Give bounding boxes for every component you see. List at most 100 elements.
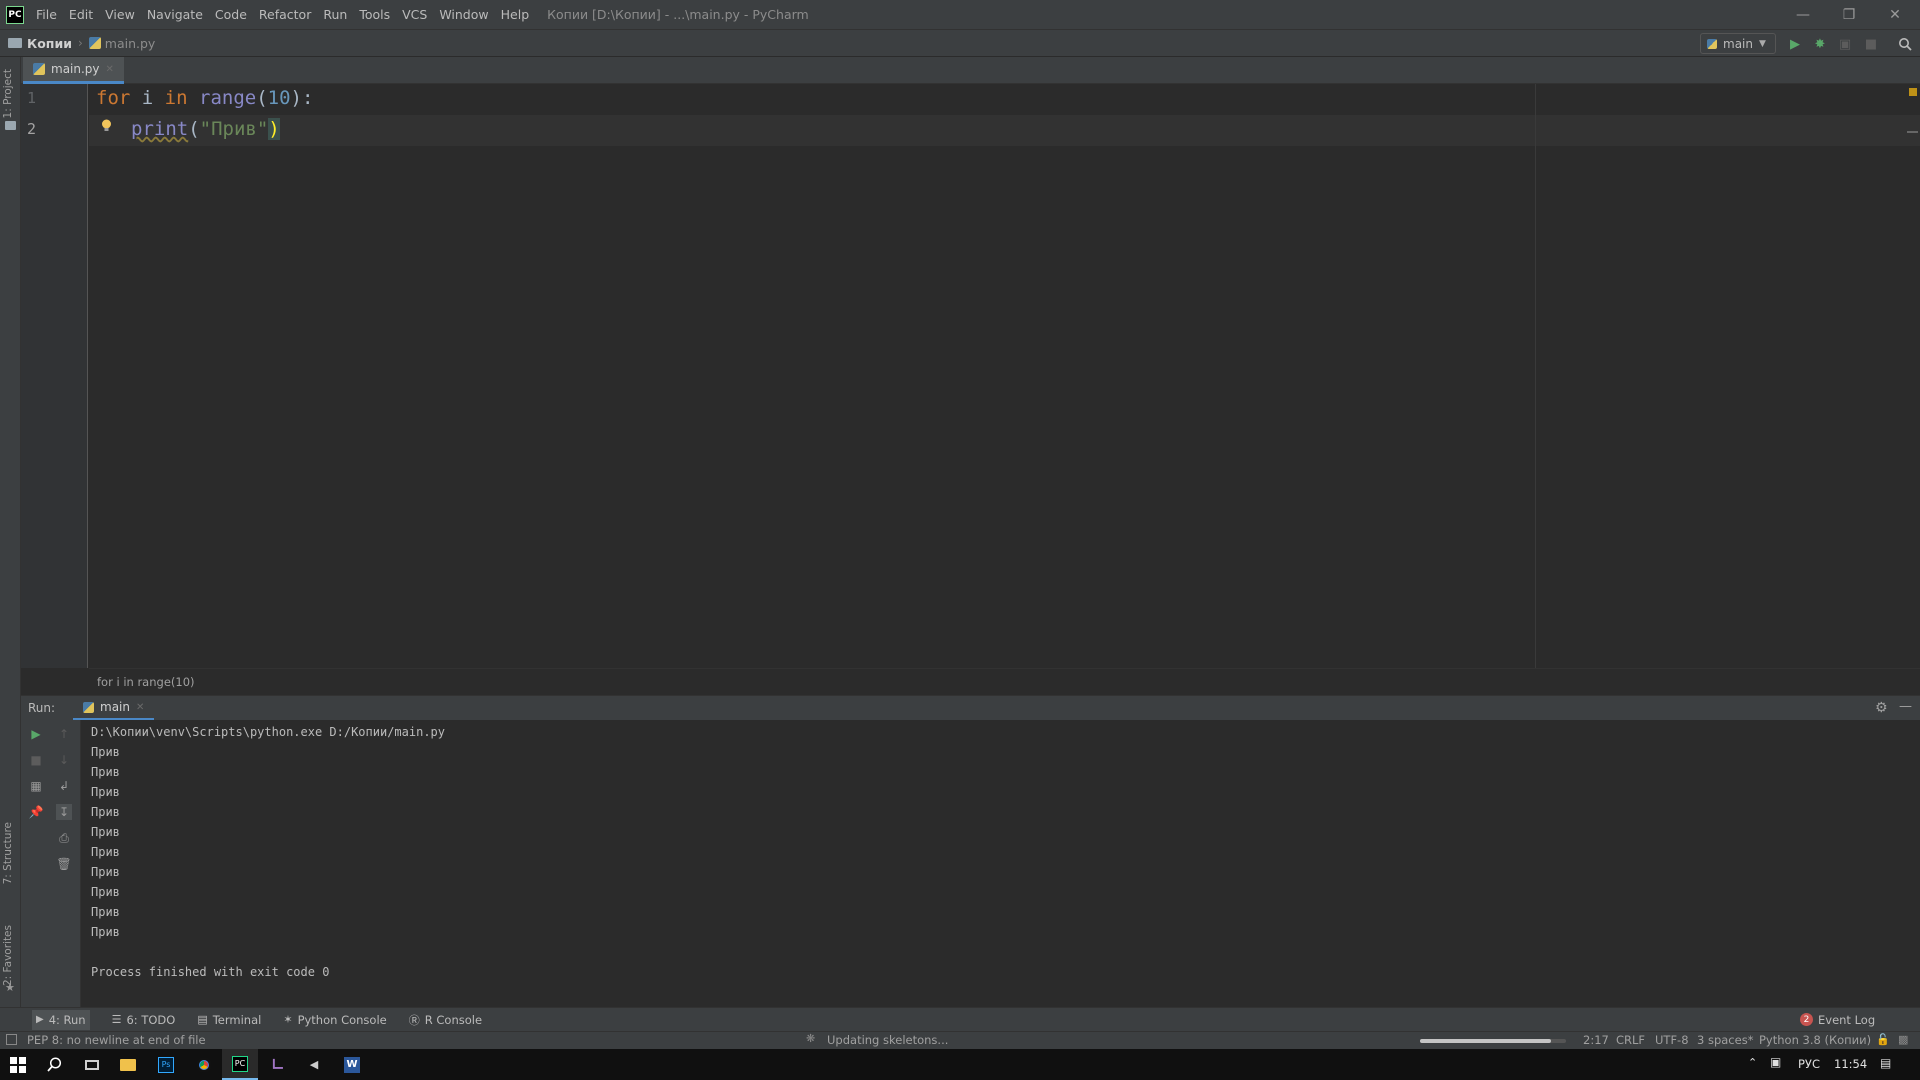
file-encoding[interactable]: UTF-8	[1655, 1033, 1689, 1047]
structure-tool-tab[interactable]: 7: Structure	[2, 822, 14, 884]
tool-tab-run-label: 4: Run	[48, 1012, 86, 1027]
tool-tab-terminal-label: Terminal	[212, 1012, 262, 1027]
tab-main-py[interactable]: main.py ✕	[23, 57, 124, 84]
python-interpreter[interactable]: Python 3.8 (Копии)	[1759, 1033, 1871, 1047]
task-view-icon[interactable]	[74, 1049, 110, 1080]
scroll-to-end-icon[interactable]: ↧	[56, 804, 72, 820]
restore-layout-icon[interactable]: ▦	[28, 778, 44, 794]
status-message[interactable]: PEP 8: no newline at end of file	[27, 1033, 206, 1047]
photoshop-icon[interactable]: Ps	[148, 1049, 184, 1080]
windows-start-icon[interactable]	[0, 1049, 36, 1080]
soft-wrap-icon[interactable]: ↲	[56, 778, 72, 794]
list-icon: ☰	[111, 1013, 122, 1026]
input-language[interactable]: РУС	[1798, 1057, 1820, 1071]
menu-code[interactable]: Code	[215, 7, 247, 22]
clock[interactable]: 11:54	[1834, 1057, 1867, 1071]
restore-button[interactable]: ❐	[1826, 0, 1872, 29]
tab-label: main.py	[51, 62, 100, 76]
terminal-icon: ▤	[197, 1013, 208, 1026]
tool-tab-run[interactable]: ▶ 4: Run	[32, 1009, 90, 1030]
rerun-icon[interactable]: ▶	[28, 726, 44, 742]
file-explorer-icon[interactable]	[110, 1049, 146, 1080]
close-icon[interactable]: ✕	[136, 702, 144, 713]
background-task[interactable]: Updating skeletons...	[827, 1033, 948, 1047]
project-tool-tab[interactable]: 1: Project	[2, 69, 14, 118]
folder-icon	[5, 121, 16, 130]
breadcrumb-project[interactable]: Копии	[8, 36, 72, 51]
line-separator[interactable]: CRLF	[1616, 1033, 1645, 1047]
menu-run[interactable]: Run	[323, 7, 347, 22]
python-run-icon	[83, 701, 94, 713]
indent-setting[interactable]: 3 spaces*	[1697, 1033, 1753, 1047]
visual-studio-icon[interactable]: ∟	[260, 1049, 296, 1080]
menu-help[interactable]: Help	[501, 7, 530, 22]
debug-icon[interactable]: ✸	[1811, 35, 1829, 53]
tool-tab-python-console[interactable]: ✶ Python Console	[283, 1013, 386, 1027]
tool-tab-terminal[interactable]: ▤ Terminal	[197, 1013, 261, 1027]
app-icon[interactable]: ◀	[296, 1049, 332, 1080]
word-icon[interactable]: W	[334, 1049, 370, 1080]
pin-icon[interactable]: 📌	[28, 804, 44, 820]
close-icon[interactable]: ✕	[106, 64, 114, 75]
menu-view[interactable]: View	[105, 7, 135, 22]
memory-icon[interactable]: ▩	[1898, 1033, 1908, 1046]
event-log-badge: 2	[1800, 1013, 1813, 1026]
network-icon[interactable]: ▣	[1770, 1055, 1781, 1069]
status-bar: PEP 8: no newline at end of file ❋ Updat…	[0, 1031, 1920, 1049]
python-file-icon	[88, 37, 101, 49]
tool-tab-todo[interactable]: ☰ 6: TODO	[112, 1013, 176, 1027]
run-console-output[interactable]: D:\Копии\venv\Scripts\python.exe D:/Копи…	[81, 720, 1920, 1007]
menu-vcs[interactable]: VCS	[402, 7, 427, 22]
warning-stripe[interactable]	[1907, 131, 1918, 133]
warning-marker[interactable]	[1909, 88, 1917, 96]
run-icon[interactable]: ▶	[1786, 35, 1804, 53]
progress-fill	[1420, 1039, 1552, 1043]
menu-refactor[interactable]: Refactor	[259, 7, 311, 22]
trash-icon[interactable]: 🗑	[56, 856, 72, 872]
gear-icon[interactable]: ⚙	[1875, 700, 1888, 716]
menu-navigate[interactable]: Navigate	[147, 7, 203, 22]
lightbulb-icon[interactable]	[101, 119, 112, 133]
editor-breadcrumb[interactable]: for i in range(10)	[89, 668, 1920, 695]
hide-panel-icon[interactable]: —	[1899, 699, 1912, 714]
arrow-up-icon[interactable]: ↑	[56, 726, 72, 742]
console-line: D:\Копии\venv\Scripts\python.exe D:/Копи…	[91, 725, 446, 739]
editor-breadcrumb-label: for i in range(10)	[97, 675, 195, 689]
menu-tools[interactable]: Tools	[359, 7, 390, 22]
folder-icon	[8, 38, 22, 48]
menu-edit[interactable]: Edit	[69, 7, 93, 22]
chevron-up-icon[interactable]: ⌃	[1748, 1056, 1757, 1069]
close-window-button[interactable]: ✕	[1872, 0, 1918, 29]
tool-tab-python-console-label: Python Console	[297, 1012, 387, 1027]
arrow-down-icon[interactable]: ↓	[56, 752, 72, 768]
tool-tab-r-console[interactable]: Ⓡ R Console	[409, 1012, 482, 1028]
code-line-2: print("Прив")	[131, 118, 280, 140]
menu-file[interactable]: File	[36, 7, 57, 22]
stop-icon[interactable]: ■	[1862, 35, 1880, 53]
run-tab-label: main	[100, 700, 130, 714]
pycharm-taskbar-icon[interactable]: PC	[222, 1049, 258, 1080]
notifications-icon[interactable]: ▤	[1880, 1056, 1891, 1070]
print-icon[interactable]: ⎙	[56, 830, 72, 846]
caret-position[interactable]: 2:17	[1583, 1033, 1609, 1047]
event-log-tab[interactable]: 2 Event Log	[1800, 1013, 1875, 1027]
search-icon[interactable]	[36, 1049, 72, 1080]
chrome-icon[interactable]	[186, 1049, 222, 1080]
coverage-icon[interactable]: ▣	[1836, 35, 1854, 53]
minimize-button[interactable]: —	[1780, 0, 1826, 29]
stop-icon[interactable]: ■	[28, 752, 44, 768]
breadcrumb-file[interactable]: main.py	[88, 36, 155, 51]
python-file-icon	[33, 63, 45, 75]
search-icon[interactable]	[1896, 35, 1914, 53]
status-toggle-icon[interactable]	[6, 1034, 17, 1045]
line-number: 2	[27, 120, 37, 138]
run-tab-main[interactable]: main ✕	[73, 696, 155, 721]
menu-window[interactable]: Window	[439, 7, 488, 22]
run-configuration-selector[interactable]: main ▼	[1700, 33, 1776, 54]
breadcrumb-separator-icon: ›	[77, 36, 83, 50]
favorites-tool-tab[interactable]: 2: Favorites	[2, 925, 14, 986]
breadcrumb-project-label: Копии	[27, 35, 72, 51]
caret-row-highlight	[89, 115, 1920, 146]
code-editor[interactable]: for i in range(10): print("Прив")	[89, 84, 1920, 668]
lock-icon[interactable]: 🔓	[1876, 1033, 1890, 1046]
